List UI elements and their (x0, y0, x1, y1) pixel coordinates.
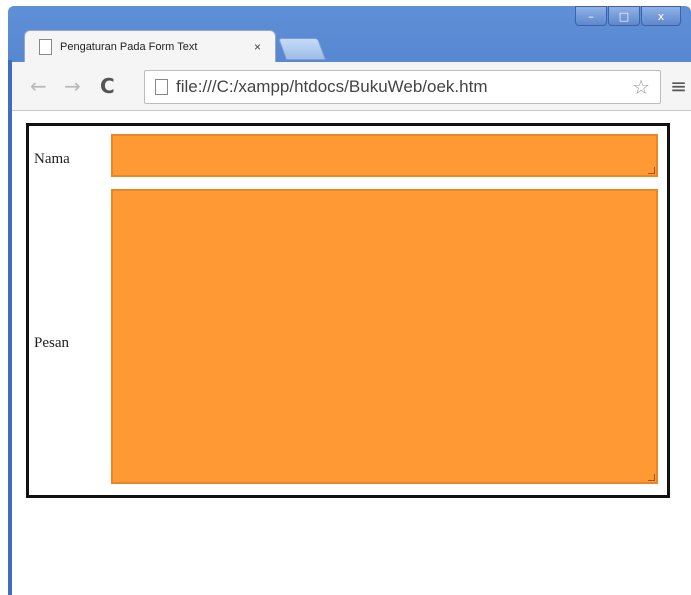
minimize-button[interactable]: – (575, 6, 607, 26)
close-window-button[interactable]: x (641, 6, 681, 26)
page-icon (155, 79, 168, 95)
form-container: Nama Pesan (26, 123, 670, 498)
reload-icon[interactable]: C (100, 74, 115, 98)
page-icon (39, 39, 52, 55)
address-bar[interactable]: file:///C:/xampp/htdocs/BukuWeb/oek.htm … (144, 70, 661, 104)
bookmark-star-icon[interactable]: ☆ (632, 75, 650, 99)
pesan-textarea[interactable] (111, 189, 658, 484)
nama-label: Nama (34, 151, 70, 167)
page-content: Nama Pesan (12, 111, 691, 595)
back-arrow-icon[interactable]: ← (30, 74, 47, 98)
nama-input[interactable] (111, 134, 658, 177)
resize-handle-icon[interactable] (648, 474, 655, 481)
browser-tab[interactable]: Pengaturan Pada Form Text × (24, 30, 276, 63)
forward-arrow-icon[interactable]: → (64, 74, 81, 98)
browser-toolbar: ← → C file:///C:/xampp/htdocs/BukuWeb/oe… (12, 62, 691, 111)
window-controls: – □ x (574, 6, 681, 28)
url-text: file:///C:/xampp/htdocs/BukuWeb/oek.htm (176, 77, 488, 96)
close-tab-icon[interactable]: × (254, 40, 261, 54)
tab-title: Pengaturan Pada Form Text (60, 41, 198, 53)
new-tab-button[interactable] (277, 38, 327, 60)
pesan-label: Pesan (34, 335, 69, 351)
maximize-button[interactable]: □ (608, 6, 640, 26)
resize-handle-icon (648, 167, 655, 174)
menu-icon[interactable]: ≡ (670, 74, 687, 98)
